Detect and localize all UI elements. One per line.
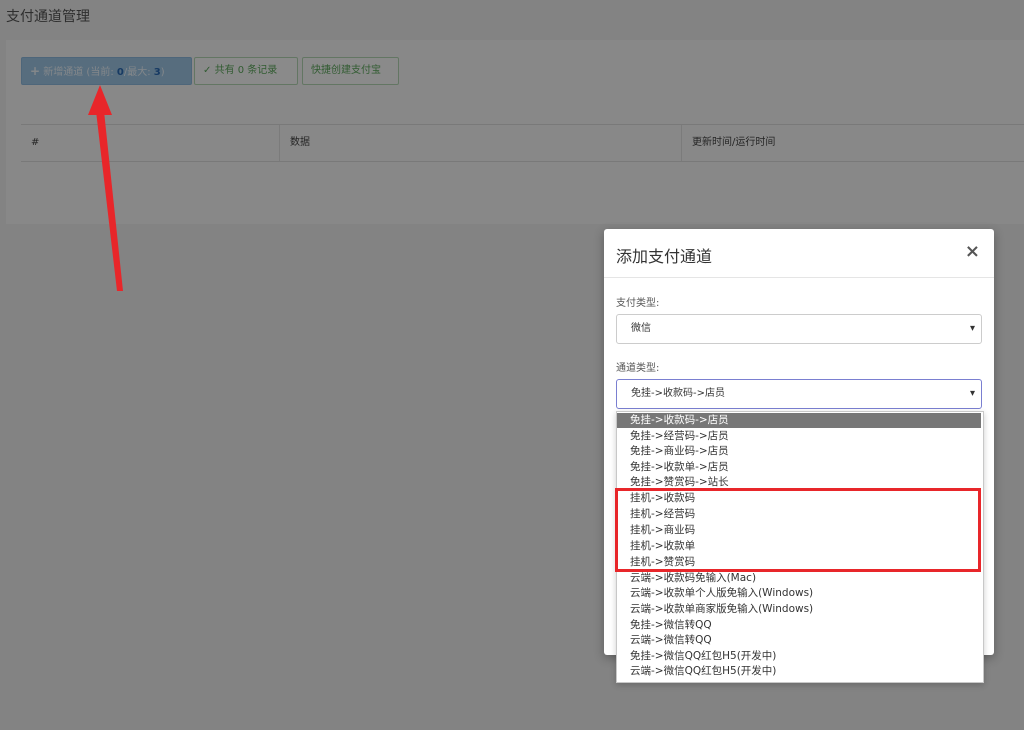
modal-divider [604,277,994,278]
channel-type-value: 免挂->收款码->店员 [631,388,725,399]
dropdown-option[interactable]: 云端->微信转QQ [617,633,981,648]
pay-type-value: 微信 [631,323,651,334]
dropdown-option[interactable]: 云端->收款单商家版免输入(Windows) [617,602,981,617]
dropdown-option[interactable]: 挂机->收款码 [617,491,981,506]
dropdown-option[interactable]: 免挂->收款码->店员 [617,413,981,428]
annotation-arrow [88,85,123,291]
close-icon[interactable]: × [965,241,980,262]
dropdown-option[interactable]: 免挂->微信QQ红包H5(开发中) [617,649,981,664]
pay-type-label: 支付类型: [616,298,660,309]
dropdown-option[interactable]: 挂机->收款单 [617,539,981,554]
pay-type-select[interactable]: 微信 ▾ [616,314,982,344]
dropdown-option[interactable]: 免挂->赞赏码->站长 [617,475,981,490]
dropdown-option[interactable]: 免挂->经营码->店员 [617,429,981,444]
chevron-down-icon: ▾ [969,388,975,399]
chevron-down-icon: ▾ [969,323,975,334]
arrow-head [88,85,112,115]
dropdown-option[interactable]: 云端->收款码免输入(Mac) [617,571,981,586]
dropdown-option[interactable]: 挂机->经营码 [617,507,981,522]
dropdown-option[interactable]: 云端->微信QQ红包H5(开发中) [617,664,981,679]
dropdown-option[interactable]: 挂机->赞赏码 [617,555,981,570]
channel-type-dropdown: 免挂->收款码->店员 免挂->经营码->店员 免挂->商业码->店员 免挂->… [616,411,984,683]
channel-type-label: 通道类型: [616,363,660,374]
dropdown-option[interactable]: 免挂->微信转QQ [617,618,981,633]
channel-type-select[interactable]: 免挂->收款码->店员 ▾ [616,379,982,409]
modal-title: 添加支付通道 [616,247,713,266]
dropdown-option[interactable]: 挂机->商业码 [617,523,981,538]
dropdown-option[interactable]: 免挂->收款单->店员 [617,460,981,475]
dropdown-option[interactable]: 云端->收款单个人版免输入(Windows) [617,586,981,601]
dropdown-option[interactable]: 免挂->商业码->店员 [617,444,981,459]
arrow-shaft [96,111,123,291]
